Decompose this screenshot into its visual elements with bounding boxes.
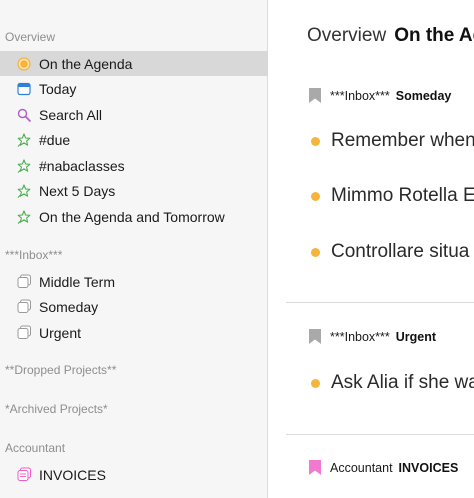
notebook-icon bbox=[16, 325, 32, 341]
task-row[interactable]: Controllare situa bbox=[311, 241, 469, 263]
notebook-pink-icon bbox=[16, 467, 32, 483]
sidebar-item-on-the-agenda-and-tomorrow[interactable]: On the Agenda and Tomorrow bbox=[0, 204, 268, 229]
sidebar-section-overview: Overview bbox=[5, 30, 56, 44]
sidebar-item-label: #due bbox=[39, 131, 71, 148]
bookmark-pink-icon bbox=[309, 460, 321, 475]
bookmark-icon bbox=[309, 88, 321, 103]
sidebar-item-middle-term[interactable]: Middle Term bbox=[0, 269, 268, 294]
group-header-someday[interactable]: ***Inbox*** Someday bbox=[309, 88, 451, 103]
task-status-dot-icon[interactable] bbox=[311, 247, 320, 257]
sidebar-item-label: Middle Term bbox=[39, 273, 115, 290]
sidebar-item-label: #nabaclasses bbox=[39, 157, 125, 174]
sidebar-item-label: Someday bbox=[39, 298, 99, 315]
task-title[interactable]: Remember when bbox=[331, 130, 474, 152]
page-title-current: On the Agenda bbox=[394, 25, 474, 46]
sidebar-item-label: Search All bbox=[39, 106, 103, 123]
page-title: Overview On the Agenda bbox=[307, 24, 474, 48]
group-divider bbox=[286, 434, 474, 435]
group-folder-label: Accountant bbox=[330, 460, 393, 475]
sidebar-item-on-the-agenda[interactable]: On the Agenda bbox=[0, 51, 268, 76]
star-pin-icon bbox=[16, 132, 32, 148]
sidebar-section-dropped-projects[interactable]: **Dropped Projects** bbox=[5, 363, 116, 377]
notebook-icon bbox=[16, 299, 32, 315]
sidebar-item-label: On the Agenda bbox=[39, 55, 133, 72]
sidebar-item-label: Urgent bbox=[39, 324, 82, 341]
group-header-urgent[interactable]: ***Inbox*** Urgent bbox=[309, 329, 436, 344]
star-pin-icon bbox=[16, 183, 32, 199]
main-content: Overview On the Agenda ***Inbox*** Someda… bbox=[268, 0, 474, 498]
task-title[interactable]: Controllare situa bbox=[331, 241, 469, 263]
sidebar-item-invoices[interactable]: INVOICES bbox=[0, 462, 268, 487]
sidebar-item-nabaclasses[interactable]: #nabaclasses bbox=[0, 153, 268, 178]
task-status-dot-icon[interactable] bbox=[311, 136, 320, 146]
agenda-sun-icon bbox=[16, 56, 32, 72]
sidebar-item-due[interactable]: #due bbox=[0, 127, 268, 152]
task-row[interactable]: Remember when bbox=[311, 130, 474, 152]
sidebar-section-accountant: Accountant bbox=[5, 441, 66, 455]
sidebar: Overview On the Agenda Today Search All … bbox=[0, 0, 268, 498]
task-title[interactable]: Mimmo Rotella E bbox=[331, 185, 474, 207]
app-window: Overview On the Agenda Today Search All … bbox=[0, 0, 474, 498]
sidebar-item-urgent[interactable]: Urgent bbox=[0, 320, 268, 345]
group-folder-label: ***Inbox*** bbox=[330, 329, 390, 344]
group-divider bbox=[286, 302, 474, 303]
calendar-icon bbox=[16, 81, 32, 97]
sidebar-item-label: Next 5 Days bbox=[39, 182, 116, 199]
task-title[interactable]: Ask Alia if she wa bbox=[331, 372, 474, 394]
bookmark-icon bbox=[309, 329, 321, 344]
search-icon bbox=[16, 107, 32, 123]
sidebar-item-search-all[interactable]: Search All bbox=[0, 102, 268, 127]
sidebar-item-someday[interactable]: Someday bbox=[0, 294, 268, 319]
group-project-label: Someday bbox=[395, 88, 452, 103]
sidebar-item-today[interactable]: Today bbox=[0, 76, 268, 101]
sidebar-section-inbox: ***Inbox*** bbox=[5, 248, 63, 262]
star-pin-icon bbox=[16, 158, 32, 174]
notebook-icon bbox=[16, 274, 32, 290]
task-row[interactable]: Mimmo Rotella E bbox=[311, 185, 474, 207]
star-pin-icon bbox=[16, 209, 32, 225]
page-title-crumb: Overview bbox=[307, 25, 387, 46]
sidebar-item-label: On the Agenda and Tomorrow bbox=[39, 208, 225, 225]
group-project-label: INVOICES bbox=[398, 460, 459, 475]
sidebar-item-label: Today bbox=[39, 80, 77, 97]
sidebar-item-label: INVOICES bbox=[39, 466, 106, 483]
group-project-label: Urgent bbox=[395, 329, 437, 344]
task-status-dot-icon[interactable] bbox=[311, 191, 320, 201]
sidebar-section-archived-projects[interactable]: *Archived Projects* bbox=[5, 402, 108, 416]
group-header-invoices[interactable]: Accountant INVOICES bbox=[309, 460, 458, 475]
group-folder-label: ***Inbox*** bbox=[330, 88, 390, 103]
sidebar-item-next-5-days[interactable]: Next 5 Days bbox=[0, 178, 268, 203]
task-status-dot-icon[interactable] bbox=[311, 378, 320, 388]
task-row[interactable]: Ask Alia if she wa bbox=[311, 372, 474, 394]
